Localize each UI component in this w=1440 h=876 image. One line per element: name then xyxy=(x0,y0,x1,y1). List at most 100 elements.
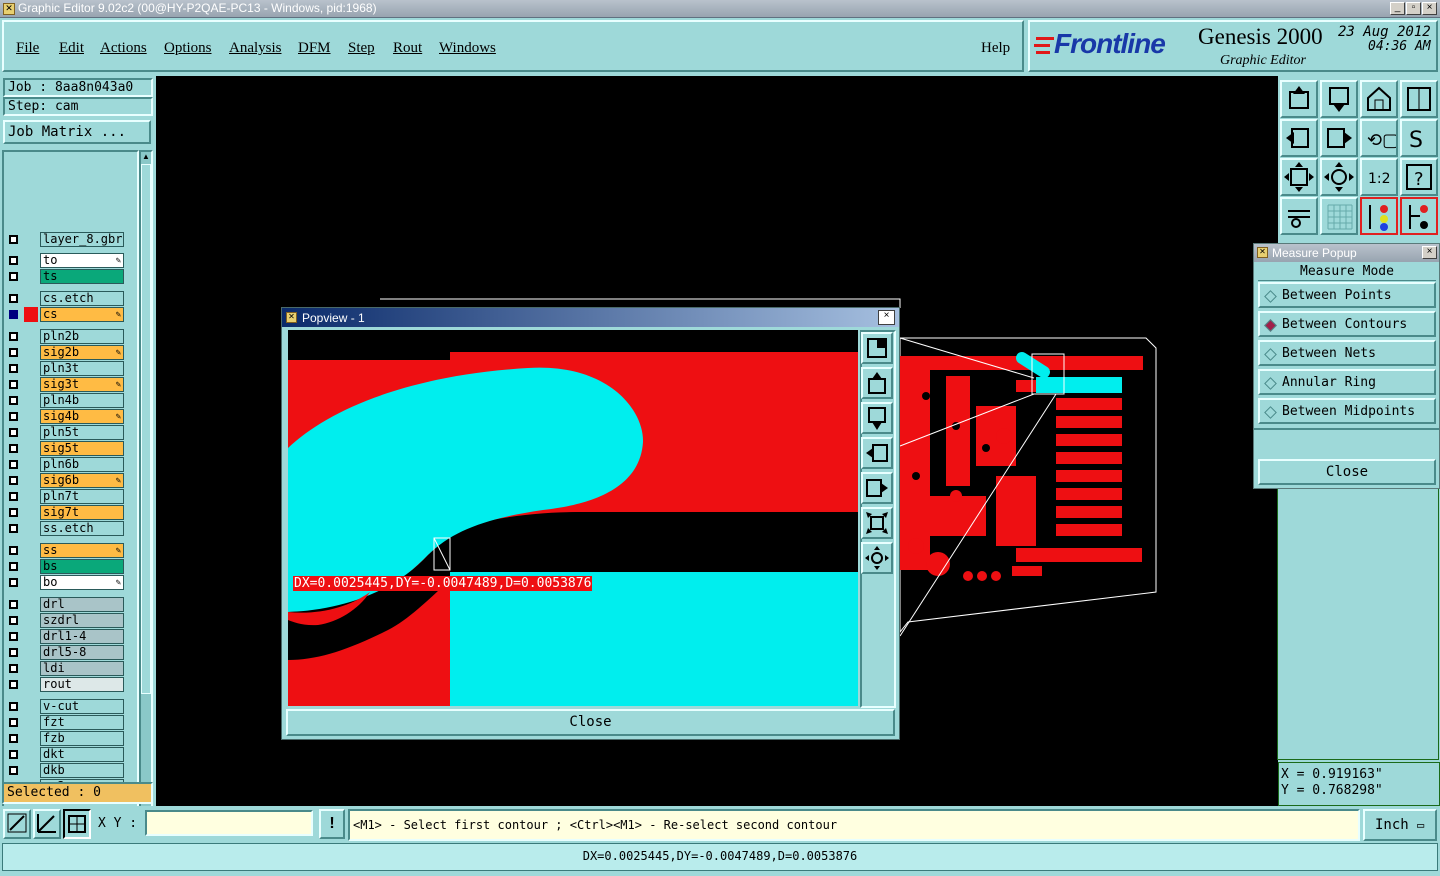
layer-name[interactable]: sig5t xyxy=(40,441,124,456)
layer-checkbox[interactable] xyxy=(9,235,18,244)
layer-name[interactable]: sig7t xyxy=(40,505,124,520)
measure-close-button[interactable]: Close xyxy=(1258,459,1436,485)
menu-file[interactable]: File xyxy=(16,40,39,57)
net-select-tool[interactable] xyxy=(1400,197,1438,235)
layer-row[interactable]: drl5-8 xyxy=(6,645,124,660)
layer-name[interactable]: pln6b xyxy=(40,457,124,472)
zoom-window-tool[interactable] xyxy=(1400,80,1438,118)
layer-checkbox[interactable] xyxy=(9,380,18,389)
layer-row[interactable]: ldi xyxy=(6,661,124,676)
layer-row[interactable]: sig3t ✎ xyxy=(6,377,124,392)
layer-name[interactable]: sig6b ✎ xyxy=(40,473,124,488)
layer-row[interactable]: to ✎ xyxy=(6,253,124,268)
popview-canvas[interactable]: DX=0.0025445,DY=-0.0047489,D=0.0053876 xyxy=(288,330,858,706)
measure-option-between-contours[interactable]: Between Contours xyxy=(1258,311,1436,337)
popview-close-button[interactable]: Close xyxy=(286,709,895,736)
scroll-up-icon[interactable]: ▲ xyxy=(141,152,151,162)
layer-row[interactable]: sig5t xyxy=(6,441,124,456)
layer-name[interactable]: sig4b ✎ xyxy=(40,409,124,424)
layer-name[interactable]: fzb xyxy=(40,731,124,746)
layer-row[interactable]: fzb xyxy=(6,731,124,746)
layer-row[interactable]: szdrl xyxy=(6,613,124,628)
layer-row[interactable]: dkb xyxy=(6,763,124,778)
layer-name[interactable]: drl1-4 xyxy=(40,629,124,644)
layer-checkbox[interactable] xyxy=(9,412,18,421)
layer-row[interactable]: dkt xyxy=(6,747,124,762)
zoom-back-tool[interactable]: ⟲▢ xyxy=(1360,119,1399,157)
zoom-center-tool[interactable] xyxy=(1320,158,1358,196)
layer-name[interactable]: pln7t xyxy=(40,489,124,504)
layer-name[interactable]: pln3t xyxy=(40,361,124,376)
close-button[interactable]: × xyxy=(1422,2,1437,15)
layer-name[interactable]: drl xyxy=(40,597,124,612)
layer-row[interactable]: ss ✎ xyxy=(6,543,124,558)
layer-name[interactable]: rout xyxy=(40,677,124,692)
layer-row[interactable]: cs ✎ xyxy=(6,307,124,322)
layer-row[interactable]: cs.etch xyxy=(6,291,124,306)
popview-zoom-fit-tool[interactable] xyxy=(861,507,893,539)
layer-row[interactable]: pln4b xyxy=(6,393,124,408)
layer-checkbox[interactable] xyxy=(9,766,18,775)
layer-name[interactable]: cs.etch xyxy=(40,291,124,306)
layer-checkbox[interactable] xyxy=(9,492,18,501)
measure-tool[interactable] xyxy=(33,809,61,839)
layer-row[interactable]: v-cut xyxy=(6,699,124,714)
job-matrix-button[interactable]: Job Matrix ... xyxy=(3,120,151,144)
layer-checkbox[interactable] xyxy=(9,444,18,453)
measure-option-between-midpoints[interactable]: Between Midpoints xyxy=(1258,398,1436,424)
help-tool[interactable]: ? xyxy=(1400,158,1438,196)
popview-zoom-tool[interactable] xyxy=(861,332,893,364)
layer-row[interactable]: pln5t xyxy=(6,425,124,440)
popview-pan-right-tool[interactable] xyxy=(861,472,893,504)
layer-row[interactable]: drl1-4 xyxy=(6,629,124,644)
layer-name[interactable]: sig2b ✎ xyxy=(40,345,124,360)
redraw-tool[interactable]: S xyxy=(1400,119,1438,157)
layer-checkbox[interactable] xyxy=(9,632,18,641)
layer-name[interactable]: pln2b xyxy=(40,329,124,344)
popview-pan-left-tool[interactable] xyxy=(861,437,893,469)
layer-row[interactable]: sig4b ✎ xyxy=(6,409,124,424)
layer-checkbox[interactable] xyxy=(9,476,18,485)
layer-checkbox[interactable] xyxy=(9,256,18,265)
layer-checkbox[interactable] xyxy=(9,680,18,689)
layer-checkbox[interactable] xyxy=(9,272,18,281)
layer-name[interactable]: ss.etch xyxy=(40,521,124,536)
popview-zoom-center-tool[interactable] xyxy=(861,542,893,574)
pan-down-tool[interactable] xyxy=(1320,80,1358,118)
layer-row[interactable]: sig7t xyxy=(6,505,124,520)
layer-row[interactable]: pln3t xyxy=(6,361,124,376)
layer-scrollbar[interactable]: ▲ ▼ xyxy=(139,150,153,852)
snap-mode-tool[interactable] xyxy=(63,809,91,839)
layer-checkbox[interactable] xyxy=(9,664,18,673)
layer-row[interactable]: bo ✎ xyxy=(6,575,124,590)
layer-row[interactable]: ts xyxy=(6,269,124,284)
layer-row[interactable]: rout xyxy=(6,677,124,692)
layer-checkbox[interactable] xyxy=(9,578,18,587)
layer-name[interactable]: pln5t xyxy=(40,425,124,440)
menu-analysis[interactable]: Analysis xyxy=(229,40,282,57)
layer-checkbox[interactable] xyxy=(9,364,18,373)
layer-row[interactable]: fzt xyxy=(6,715,124,730)
layer-checkbox[interactable] xyxy=(9,750,18,759)
layer-row[interactable]: ss.etch xyxy=(6,521,124,536)
maximize-button[interactable]: ▫ xyxy=(1406,2,1421,15)
layer-row[interactable]: drl xyxy=(6,597,124,612)
layer-checkbox[interactable] xyxy=(9,718,18,727)
layer-checkbox[interactable] xyxy=(9,332,18,341)
grid-tool[interactable] xyxy=(1320,197,1358,235)
menu-dfm[interactable]: DFM xyxy=(298,40,331,57)
layer-checkbox[interactable] xyxy=(9,648,18,657)
layer-name[interactable]: pln4b xyxy=(40,393,124,408)
layer-name[interactable]: bs xyxy=(40,559,124,574)
pan-left-tool[interactable] xyxy=(1280,119,1318,157)
zoom-1to1-tool[interactable]: 1:2 xyxy=(1360,158,1398,196)
pan-up-tool[interactable] xyxy=(1280,80,1318,118)
xy-input[interactable] xyxy=(145,810,313,836)
measure-option-between-nets[interactable]: Between Nets xyxy=(1258,340,1436,366)
layer-name[interactable]: ts xyxy=(40,269,124,284)
popview-close-icon[interactable]: × xyxy=(878,310,895,325)
layer-checkbox[interactable] xyxy=(9,734,18,743)
layer-checkbox[interactable] xyxy=(9,546,18,555)
layer-name[interactable]: bo ✎ xyxy=(40,575,124,590)
layer-name[interactable]: v-cut xyxy=(40,699,124,714)
